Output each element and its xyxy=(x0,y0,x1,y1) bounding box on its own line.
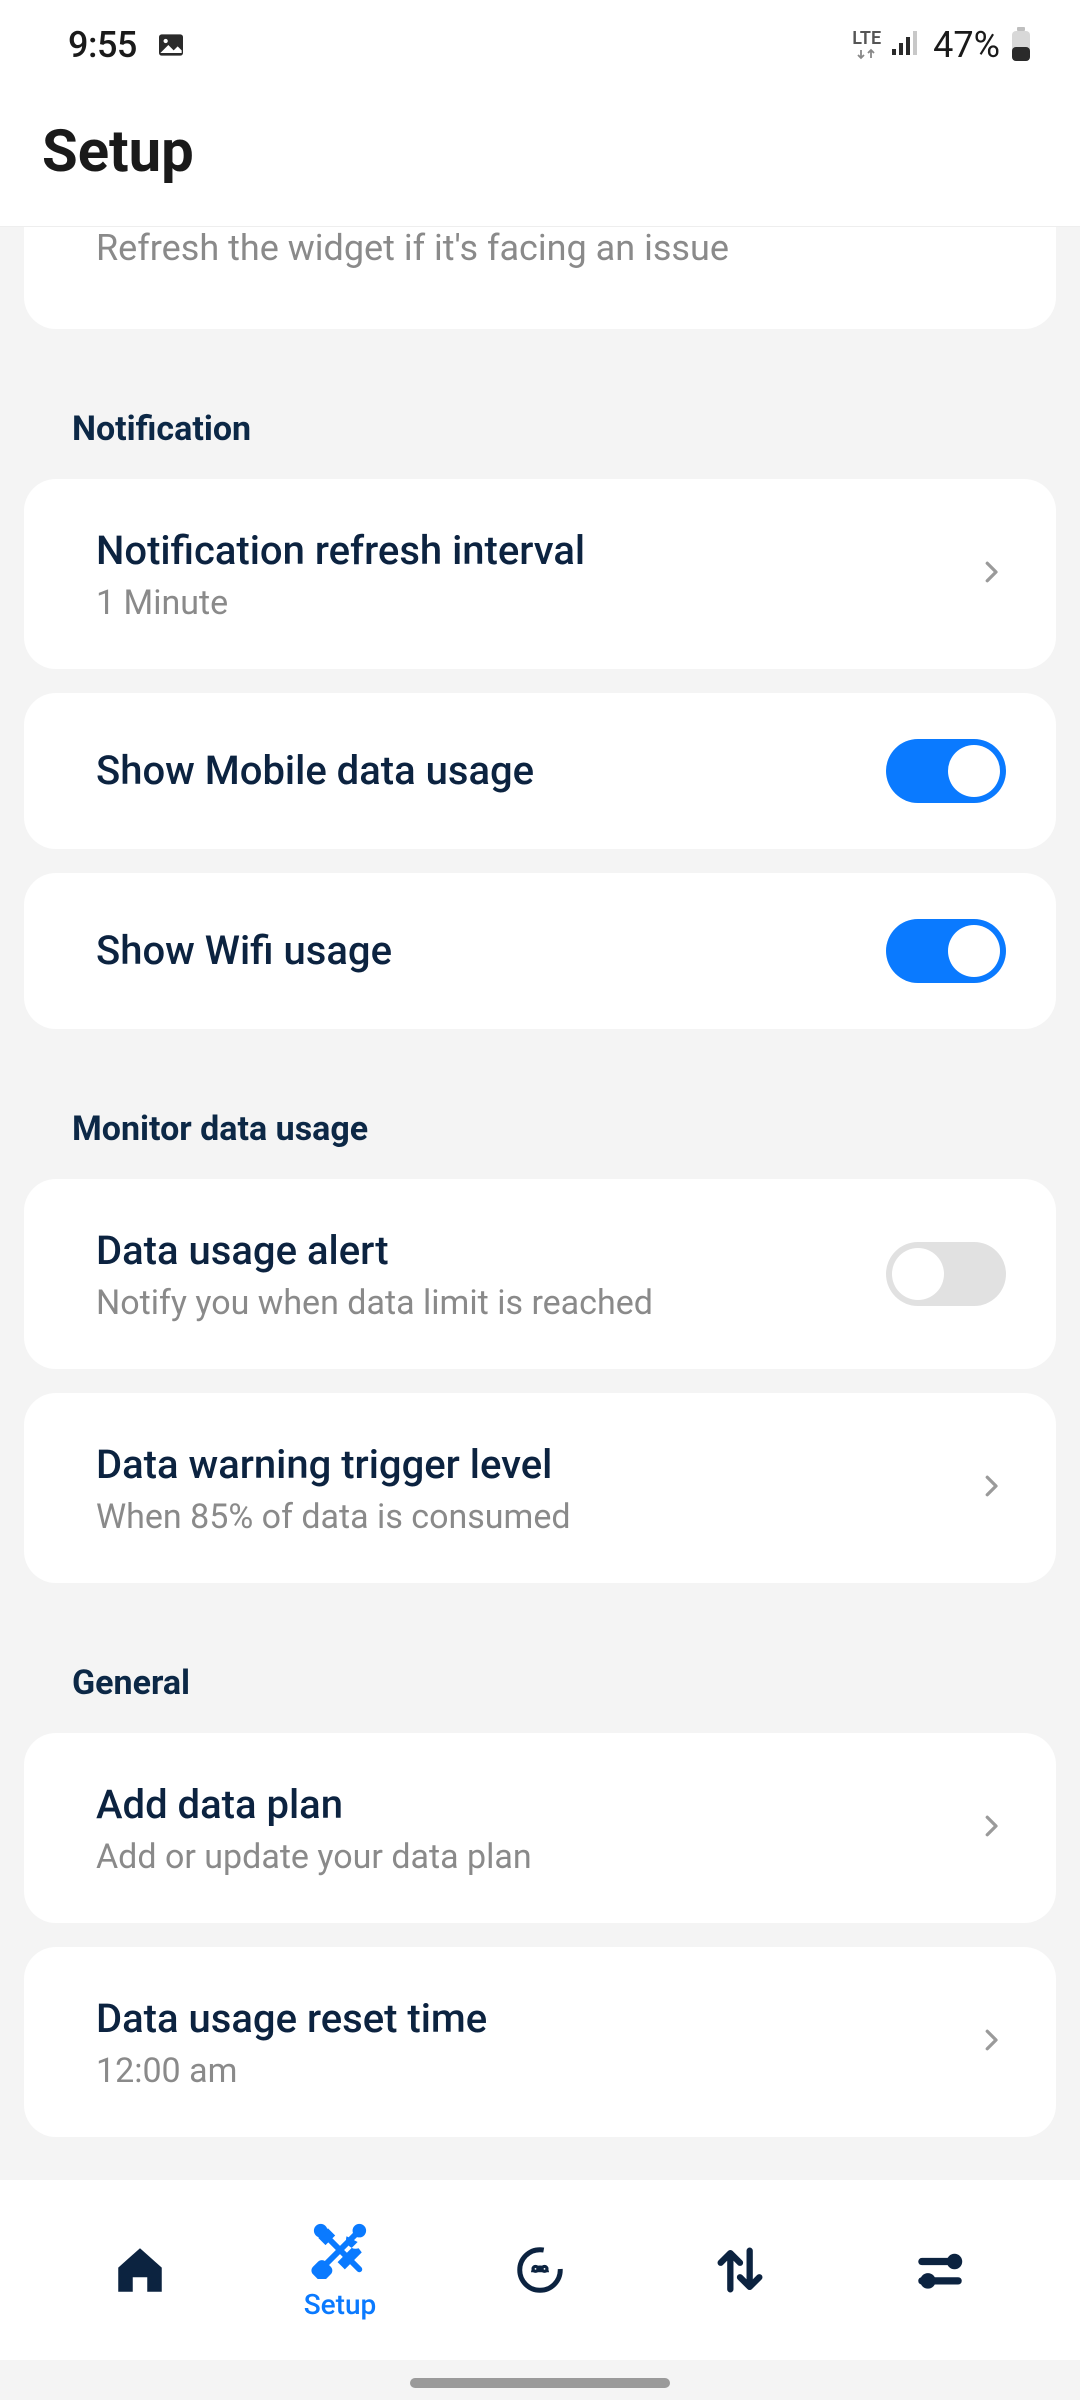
toggle-show-wifi[interactable] xyxy=(886,919,1006,983)
data-alert-subtitle: Notify you when data limit is reached xyxy=(96,1283,886,1323)
nav-apps[interactable] xyxy=(480,2240,600,2300)
warning-trigger-title: Data warning trigger level xyxy=(96,1439,956,1491)
row-reset-time[interactable]: Data usage reset time 12:00 am xyxy=(24,1947,1056,2137)
android-circle-icon xyxy=(510,2240,570,2300)
data-alert-title: Data usage alert xyxy=(96,1225,886,1277)
battery-percent: 47% xyxy=(933,24,1000,66)
toggle-data-alert[interactable] xyxy=(886,1242,1006,1306)
chevron-right-icon xyxy=(976,2020,1006,2064)
settings-scroll[interactable]: Refresh the widget if it's facing an iss… xyxy=(0,227,1080,2217)
chevron-right-icon xyxy=(976,1466,1006,1510)
section-title-monitor: Monitor data usage xyxy=(0,1109,1080,1179)
nav-setup[interactable]: Setup xyxy=(280,2220,400,2321)
chevron-right-icon xyxy=(976,1806,1006,1850)
battery-icon xyxy=(1010,27,1032,63)
section-general: General Add data plan Add or update your… xyxy=(0,1663,1080,2137)
row-add-plan[interactable]: Add data plan Add or update your data pl… xyxy=(24,1733,1056,1923)
refresh-interval-value: 1 Minute xyxy=(96,583,956,623)
reset-time-title: Data usage reset time xyxy=(96,1993,956,2045)
picture-icon xyxy=(155,29,187,61)
status-bar: 9:55 LTE 47% xyxy=(0,0,1080,90)
bottom-nav: Setup xyxy=(0,2180,1080,2360)
row-show-mobile[interactable]: Show Mobile data usage xyxy=(24,693,1056,849)
page-header: Setup xyxy=(0,90,1080,227)
home-icon xyxy=(110,2240,170,2300)
warning-trigger-subtitle: When 85% of data is consumed xyxy=(96,1497,956,1537)
show-mobile-title: Show Mobile data usage xyxy=(96,745,886,797)
row-data-alert[interactable]: Data usage alert Notify you when data li… xyxy=(24,1179,1056,1369)
status-right: LTE 47% xyxy=(852,24,1032,66)
row-show-wifi[interactable]: Show Wifi usage xyxy=(24,873,1056,1029)
page-title: Setup xyxy=(42,118,1038,186)
row-refresh-interval[interactable]: Notification refresh interval 1 Minute xyxy=(24,479,1056,669)
refresh-widget-subtitle: Refresh the widget if it's facing an iss… xyxy=(96,227,984,269)
refresh-widget-row[interactable]: Refresh the widget if it's facing an iss… xyxy=(24,227,1056,329)
section-title-general: General xyxy=(0,1663,1080,1733)
toggle-show-mobile[interactable] xyxy=(886,739,1006,803)
add-plan-title: Add data plan xyxy=(96,1779,956,1831)
sliders-icon xyxy=(910,2240,970,2300)
add-plan-subtitle: Add or update your data plan xyxy=(96,1837,956,1877)
chevron-right-icon xyxy=(976,552,1006,596)
gesture-bar[interactable] xyxy=(410,2378,670,2388)
refresh-interval-title: Notification refresh interval xyxy=(96,525,956,577)
reset-time-value: 12:00 am xyxy=(96,2051,956,2091)
signal-icon xyxy=(891,29,923,61)
section-title-notification: Notification xyxy=(0,409,1080,479)
nav-speed[interactable] xyxy=(680,2240,800,2300)
status-left: 9:55 xyxy=(68,24,187,66)
up-down-arrows-icon xyxy=(710,2240,770,2300)
nav-setup-label: Setup xyxy=(304,2288,377,2321)
section-monitor: Monitor data usage Data usage alert Noti… xyxy=(0,1109,1080,1583)
lte-indicator: LTE xyxy=(852,30,881,60)
nav-home[interactable] xyxy=(80,2240,200,2300)
show-wifi-title: Show Wifi usage xyxy=(96,925,886,977)
status-time: 9:55 xyxy=(68,24,137,66)
tools-icon xyxy=(310,2220,370,2280)
section-notification: Notification Notification refresh interv… xyxy=(0,409,1080,1029)
row-warning-trigger[interactable]: Data warning trigger level When 85% of d… xyxy=(24,1393,1056,1583)
nav-settings[interactable] xyxy=(880,2240,1000,2300)
